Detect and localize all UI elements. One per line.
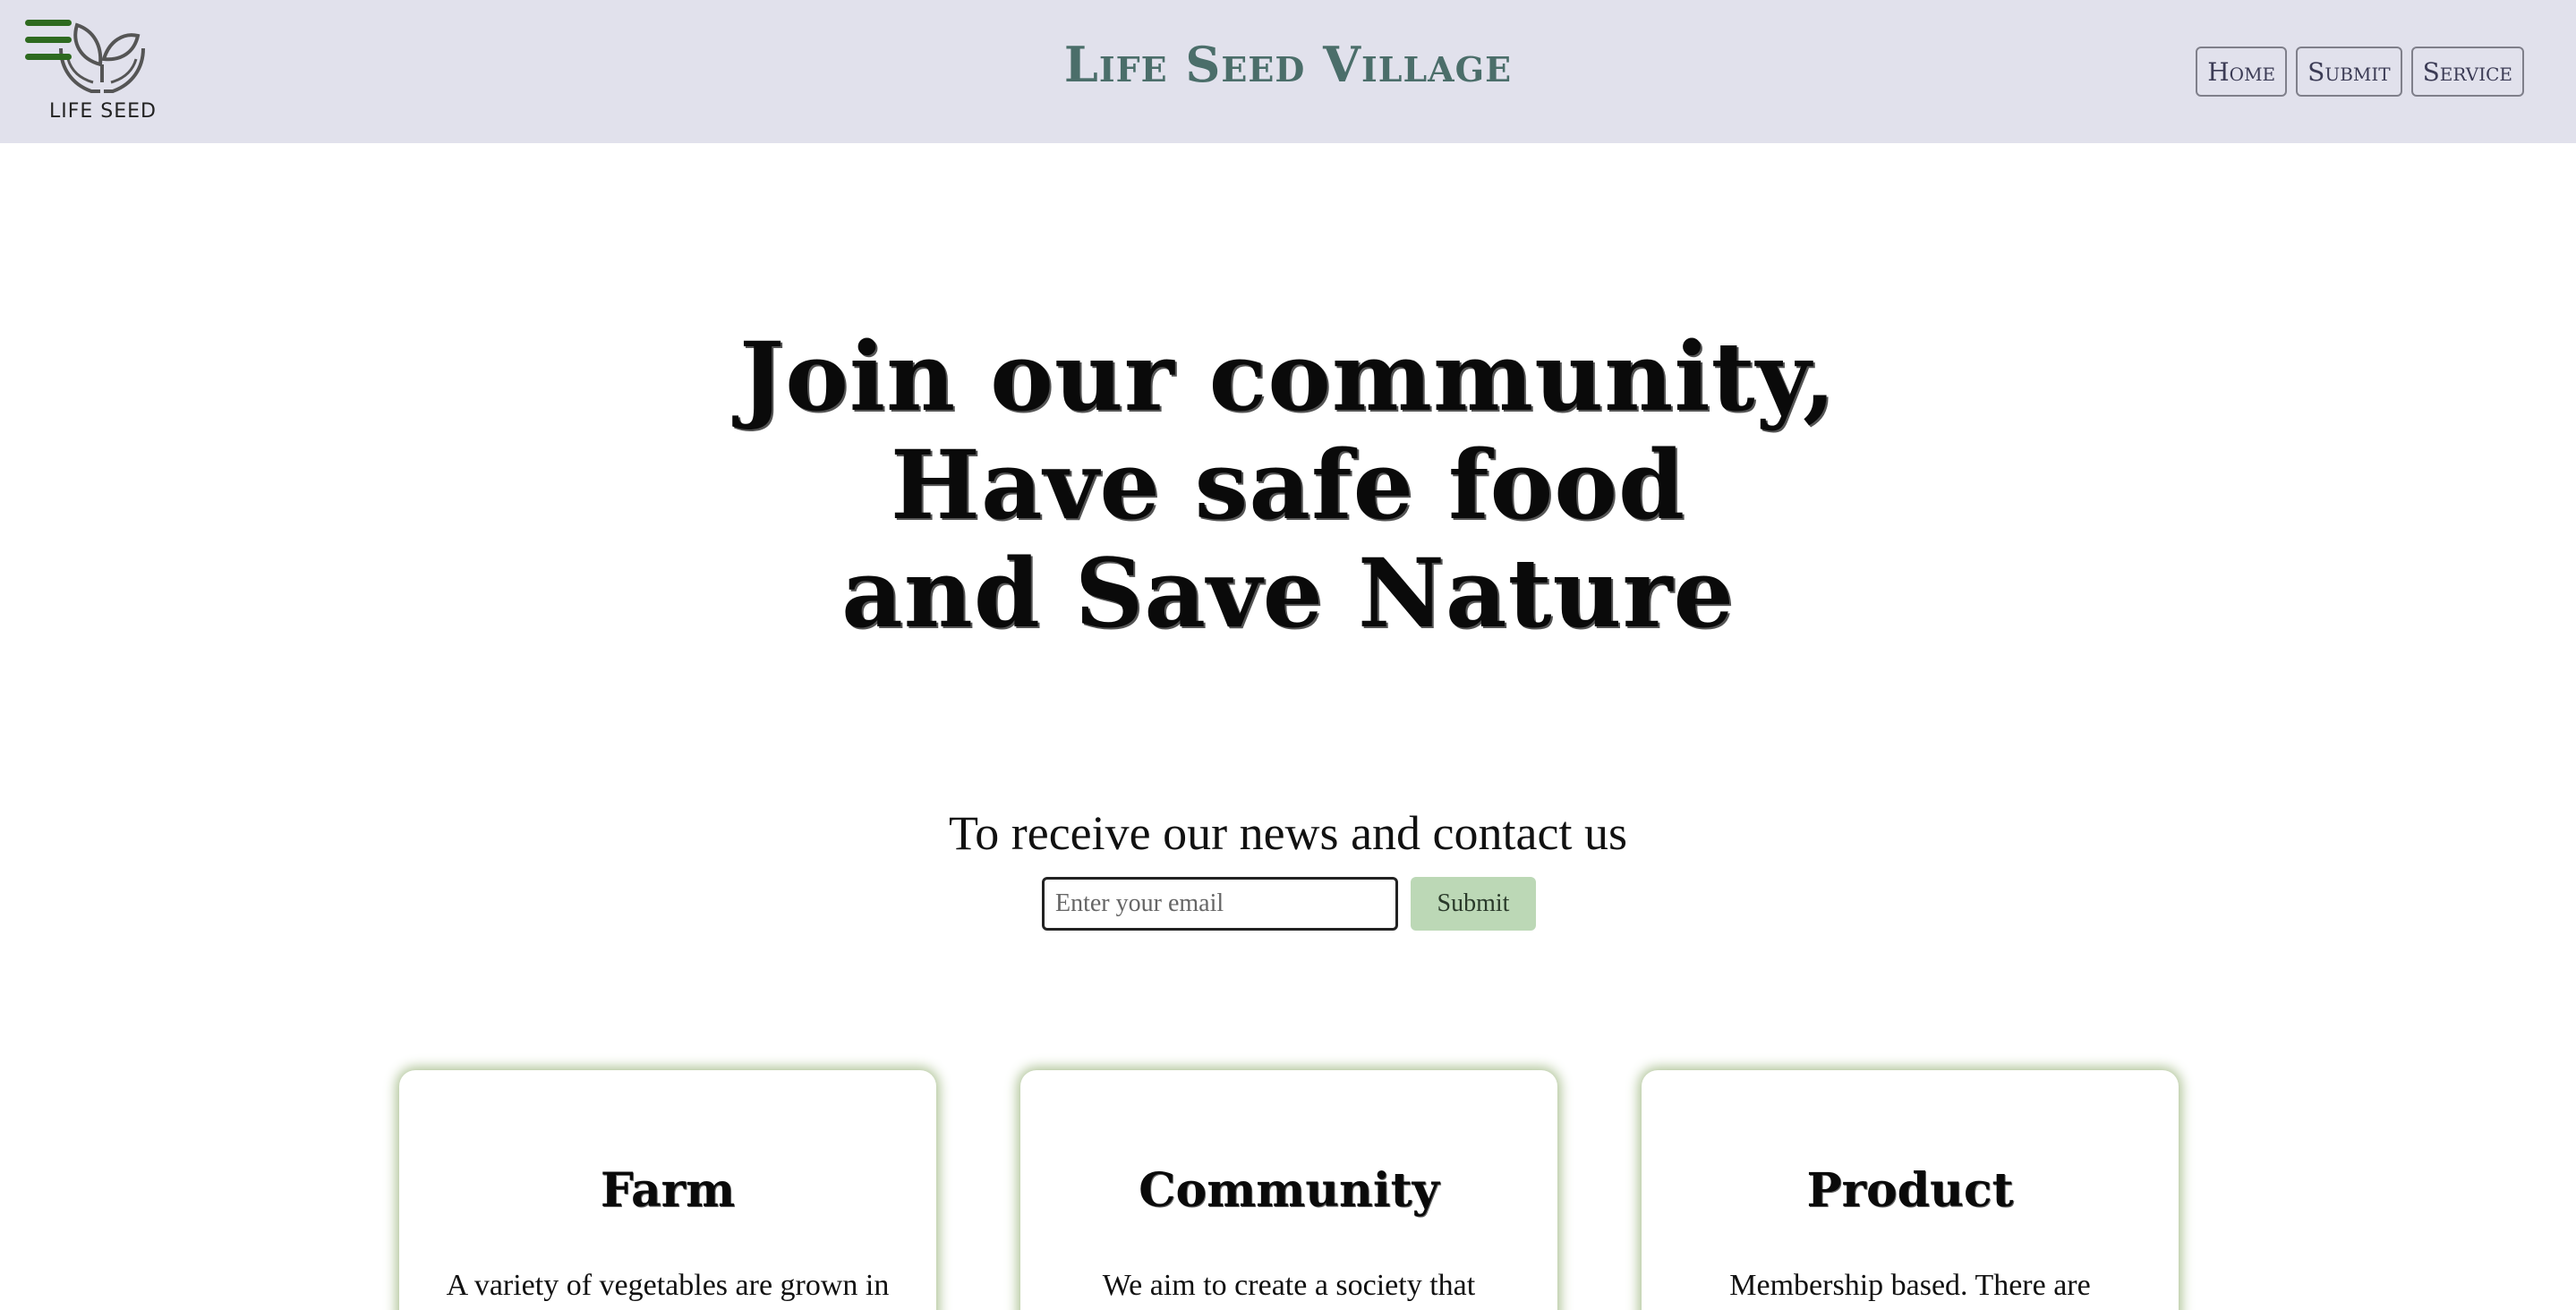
card-community: Community We aim to create a society tha… xyxy=(1020,1070,1557,1310)
hero-line-1: Join our community, xyxy=(739,320,1837,432)
hamburger-menu-icon[interactable] xyxy=(25,20,72,61)
card-title: Farm xyxy=(600,1163,736,1218)
newsletter-heading: To receive our news and contact us xyxy=(949,806,1627,860)
card-text: We aim to create a society that xyxy=(1102,1269,1476,1302)
nav-home-button[interactable]: Home xyxy=(2196,47,2288,97)
email-input[interactable] xyxy=(1042,877,1398,931)
card-text: Membership based. There are xyxy=(1729,1269,2091,1302)
site-title: Life Seed Village xyxy=(1063,36,1513,93)
card-title: Product xyxy=(1806,1163,2014,1218)
card-farm: Farm A variety of vegetables are grown i… xyxy=(399,1070,936,1310)
hero-line-2: Have safe food xyxy=(890,429,1686,540)
card-product: Product Membership based. There are xyxy=(1642,1070,2179,1310)
nav-submit-button[interactable]: Submit xyxy=(2296,47,2402,97)
hero-line-3: and Save Nature xyxy=(841,537,1735,649)
newsletter-submit-button[interactable]: Submit xyxy=(1411,877,1536,931)
nav-service-button[interactable]: Service xyxy=(2410,47,2524,97)
site-header: LIFE SEED Life Seed Village Home Submit … xyxy=(0,0,2576,143)
main-nav: Home Submit Service xyxy=(2196,47,2524,97)
hero-heading: Join our community, Have safe food and S… xyxy=(706,322,1870,647)
logo-text: LIFE SEED xyxy=(49,100,157,123)
card-title: Community xyxy=(1139,1163,1439,1218)
card-text: A variety of vegetables are grown in xyxy=(446,1269,890,1302)
